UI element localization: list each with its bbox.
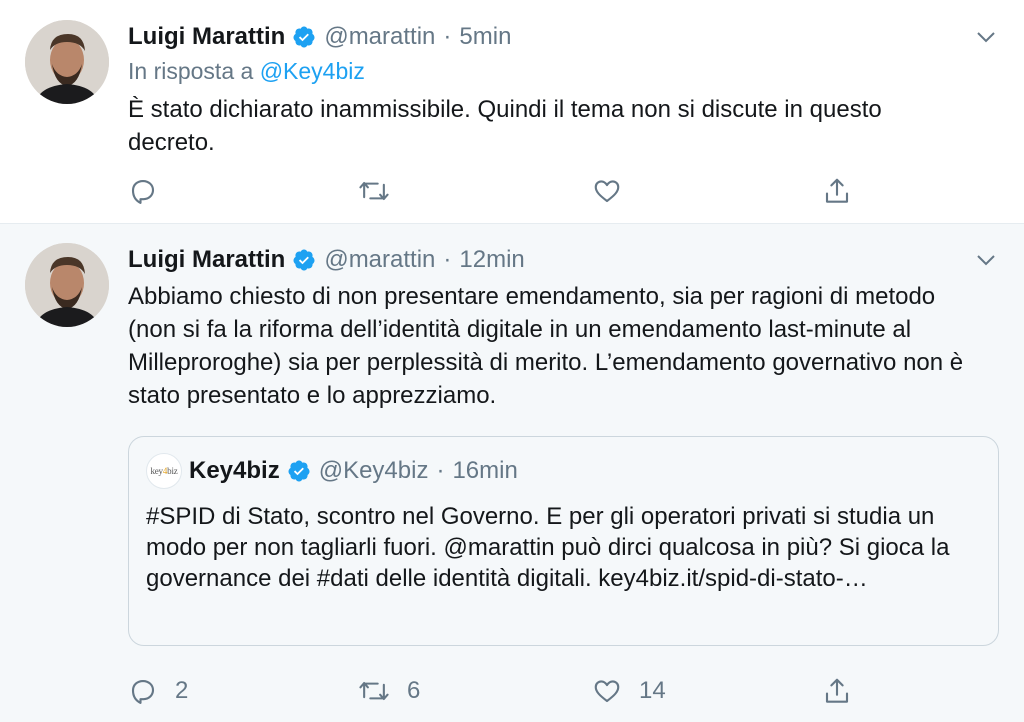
tweet-focused[interactable]: Luigi Marattin @marattin · 12min Abbiamo… [0,224,1024,722]
separator: · [443,23,452,50]
retweet-icon [359,181,389,201]
quoted-author-name[interactable]: Key4biz [189,457,280,485]
reply-context: In risposta a @Key4biz [128,58,365,85]
reply-icon [131,679,155,704]
verified-badge-icon [287,459,311,483]
separator: · [436,457,445,484]
timestamp[interactable]: 5min [459,23,511,51]
tweet-header: Luigi Marattin @marattin · 12min [128,242,998,278]
tweet-actions [128,173,864,209]
reply-button[interactable]: 2 [128,673,188,709]
tweet-actions: 2 6 14 [128,673,864,709]
heart-icon [594,680,620,703]
avatar[interactable] [25,20,109,104]
reply-prefix: In risposta a [128,58,254,84]
quoted-author-handle[interactable]: @Key4biz [319,457,429,485]
author-handle[interactable]: @marattin [324,246,435,274]
author-handle[interactable]: @marattin [324,23,435,51]
share-icon [825,678,849,703]
author-name[interactable]: Luigi Marattin [128,23,285,51]
quoted-tweet-header: Key4biz @Key4biz · 16min [189,454,518,488]
retweet-button[interactable] [358,173,407,209]
like-button[interactable]: 14 [592,673,666,709]
reply-button[interactable] [128,173,175,209]
tweet-reply[interactable]: Luigi Marattin @marattin · 5min In rispo… [0,0,1024,224]
author-name[interactable]: Luigi Marattin [128,246,285,274]
retweet-button[interactable]: 6 [358,673,420,709]
share-button[interactable] [822,173,852,209]
like-count: 14 [639,677,666,704]
quoted-timestamp[interactable]: 16min [452,457,517,485]
retweet-count: 6 [407,677,421,704]
reply-icon [131,179,155,204]
like-button[interactable] [592,173,639,209]
verified-badge-icon [292,248,316,272]
reply-mention-link[interactable]: @Key4biz [260,58,365,84]
tweet-header: Luigi Marattin @marattin · 5min [128,19,998,55]
tweet-text: Abbiamo chiesto di non presentare emenda… [128,283,964,409]
reply-count: 2 [175,677,189,704]
share-icon [825,178,849,203]
timestamp[interactable]: 12min [459,246,524,274]
heart-icon [594,180,620,203]
avatar[interactable] [25,243,109,327]
chevron-down-icon[interactable] [974,248,998,272]
tweet-text: È stato dichiarato inammissibile. Quindi… [128,96,882,156]
chevron-down-icon[interactable] [974,25,998,49]
retweet-icon [359,681,389,701]
key4biz-logo: key 4 biz [146,453,182,489]
quoted-tweet-text: #SPID di Stato, scontro nel Governo. E p… [146,503,950,592]
verified-badge-icon [292,25,316,49]
quoted-tweet[interactable]: key 4 biz Key4biz @Key4biz · 16min #SPID d… [128,436,999,646]
separator: · [443,246,452,273]
share-button[interactable] [822,673,852,709]
